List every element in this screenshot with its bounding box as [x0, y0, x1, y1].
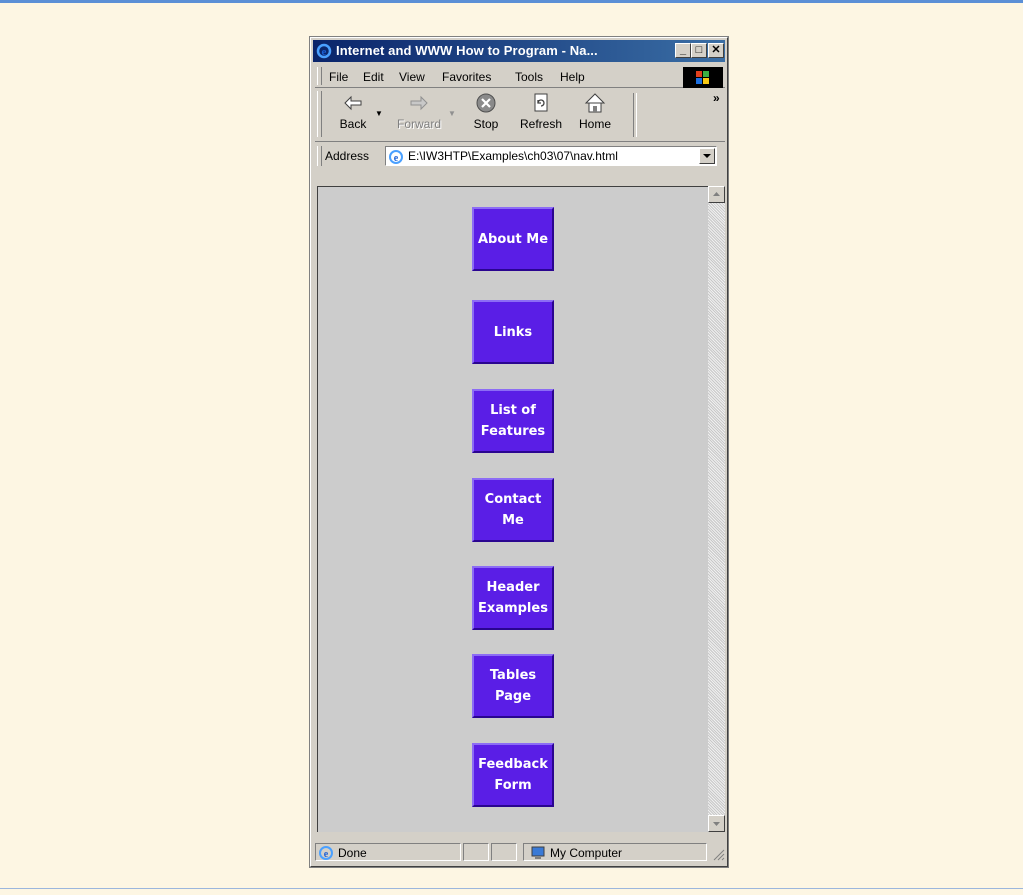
- windows-logo-icon: [683, 67, 723, 88]
- scroll-down-arrow-icon: [713, 822, 720, 826]
- address-dropdown-button[interactable]: [699, 148, 715, 164]
- home-label: Home: [578, 117, 611, 131]
- forward-button[interactable]: Forward: [391, 91, 447, 131]
- forward-arrow-icon: [410, 95, 428, 111]
- home-icon: [584, 93, 606, 113]
- bottom-accent-line: [0, 888, 1023, 889]
- refresh-icon: [534, 93, 548, 112]
- back-button[interactable]: Back: [333, 91, 373, 131]
- computer-icon: [530, 845, 546, 864]
- zone-text: My Computer: [550, 846, 623, 860]
- toolbar-grip[interactable]: [317, 91, 322, 137]
- scroll-up-button[interactable]: [708, 186, 725, 203]
- nav-button-links[interactable]: Links: [472, 300, 554, 364]
- home-button[interactable]: Home: [572, 91, 618, 131]
- refresh-button[interactable]: Refresh: [515, 91, 567, 131]
- stop-icon: [476, 93, 496, 113]
- chevron-down-icon: [703, 154, 711, 158]
- nav-button-contact-me[interactable]: Contact Me: [472, 478, 554, 542]
- menubar-grip[interactable]: [317, 67, 322, 85]
- browser-window: e Internet and WWW How to Program - Na..…: [309, 36, 729, 868]
- forward-dropdown-icon[interactable]: ▼: [448, 109, 456, 118]
- menu-view[interactable]: View: [399, 70, 425, 84]
- back-arrow-icon: [344, 95, 362, 111]
- back-label: Back: [339, 117, 367, 131]
- status-text: Done: [338, 846, 367, 860]
- menu-edit[interactable]: Edit: [363, 70, 384, 84]
- toolbar-separator: [633, 93, 637, 137]
- menu-file[interactable]: File: [329, 70, 348, 84]
- minimize-icon: _: [679, 44, 687, 56]
- refresh-label: Refresh: [519, 117, 563, 131]
- status-panel-main: e Done: [315, 843, 461, 861]
- menu-tools[interactable]: Tools: [515, 70, 543, 84]
- status-bar: e Done My Computer: [313, 841, 727, 863]
- maximize-button[interactable]: □: [691, 43, 707, 58]
- stop-button[interactable]: Stop: [465, 91, 507, 131]
- address-url: E:\IW3HTP\Examples\ch03\07\nav.html: [408, 149, 618, 163]
- standard-toolbar: Back ▼ Forward ▼ Stop Refresh Home »: [315, 89, 725, 142]
- window-title: Internet and WWW How to Program - Na...: [336, 43, 598, 58]
- nav-button-feedback-form[interactable]: Feedback Form: [472, 743, 554, 807]
- status-panel-zone: My Computer: [523, 843, 707, 861]
- forward-label: Forward: [396, 117, 441, 131]
- status-panel-progress: [463, 843, 489, 861]
- close-button[interactable]: ✕: [708, 43, 724, 58]
- minimize-button[interactable]: _: [675, 43, 691, 58]
- page-content: About Me Links List of Features Contact …: [317, 186, 708, 832]
- menu-favorites[interactable]: Favorites: [442, 70, 491, 84]
- svg-text:e: e: [324, 849, 329, 860]
- top-accent-line: [0, 0, 1023, 3]
- nav-button-tables-page[interactable]: Tables Page: [472, 654, 554, 718]
- nav-button-header-examples[interactable]: Header Examples: [472, 566, 554, 630]
- stop-label: Stop: [473, 117, 499, 131]
- scroll-up-arrow-icon: [713, 192, 720, 196]
- page-icon: e: [388, 149, 404, 168]
- menu-bar: File Edit View Favorites Tools Help: [315, 65, 725, 88]
- resize-grip-icon[interactable]: [711, 847, 725, 864]
- address-input[interactable]: e E:\IW3HTP\Examples\ch03\07\nav.html: [385, 146, 717, 166]
- address-grip[interactable]: [317, 146, 322, 166]
- address-bar: Address e E:\IW3HTP\Examples\ch03\07\nav…: [315, 144, 725, 168]
- back-dropdown-icon[interactable]: ▼: [375, 109, 383, 118]
- maximize-icon: □: [695, 44, 703, 56]
- menu-help[interactable]: Help: [560, 70, 585, 84]
- address-label: Address: [325, 149, 370, 163]
- scroll-down-button[interactable]: [708, 815, 725, 832]
- internet-explorer-icon: e: [316, 43, 332, 59]
- vertical-scrollbar[interactable]: [708, 186, 725, 832]
- svg-text:e: e: [394, 153, 399, 164]
- status-panel-secure: [491, 843, 517, 861]
- nav-button-about-me[interactable]: About Me: [472, 207, 554, 271]
- status-page-icon: e: [318, 845, 334, 864]
- close-icon: ✕: [711, 44, 721, 56]
- svg-text:e: e: [322, 46, 327, 58]
- title-bar[interactable]: e Internet and WWW How to Program - Na..…: [313, 40, 725, 62]
- toolbar-chevron-icon[interactable]: »: [713, 91, 720, 105]
- nav-button-list-of-features[interactable]: List of Features: [472, 389, 554, 453]
